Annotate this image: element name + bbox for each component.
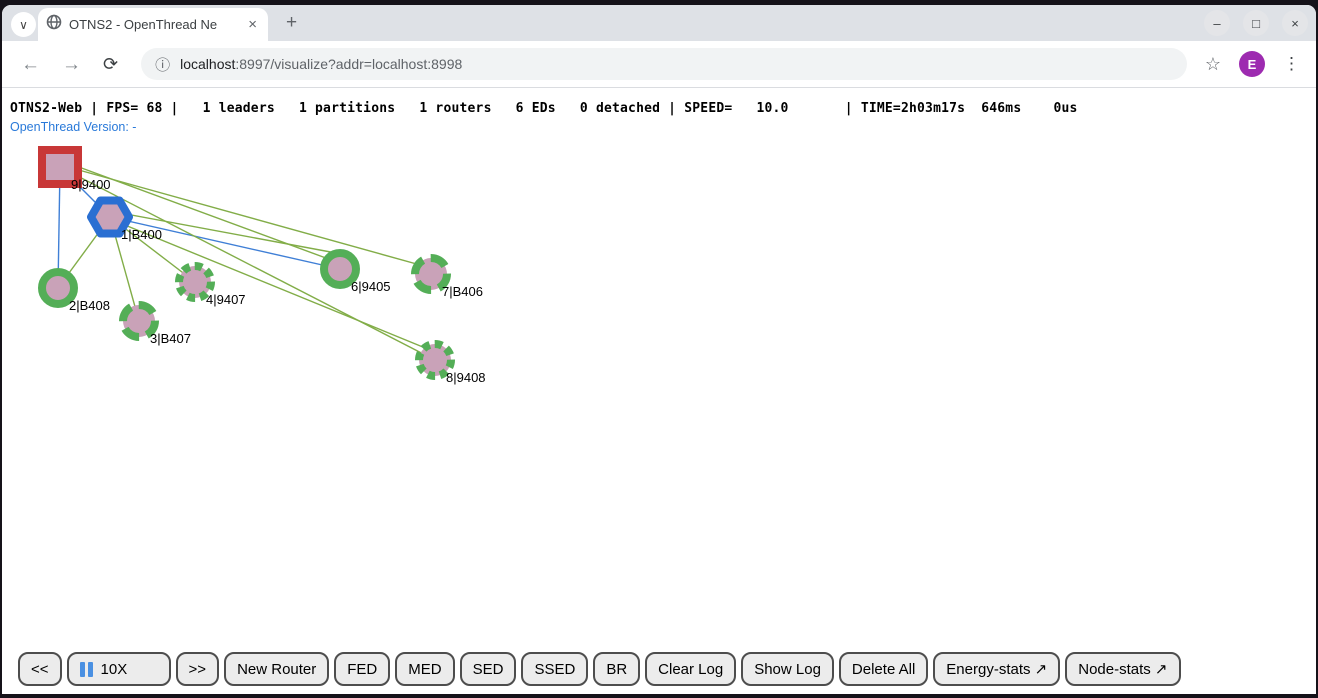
toolbar-button-label: FED [347,661,377,678]
url-text[interactable]: localhost:8997/visualize?addr=localhost:… [180,56,462,72]
browser-menu-icon[interactable]: ⋮ [1277,52,1306,76]
node-9[interactable]: 9|9400 [42,150,111,192]
forward-icon[interactable]: → [53,51,90,78]
node-label: 3|B407 [150,331,191,346]
speed-button[interactable]: 10X [67,652,171,686]
close-icon: × [1291,16,1299,31]
page-content: OTNS2-Web | FPS= 68 | 1 leaders 1 partit… [2,88,1316,694]
tab-otns2[interactable]: OTNS2 - OpenThread Ne × [38,8,268,41]
node-1[interactable]: 1|B400 [91,201,162,243]
status-line: OTNS2-Web | FPS= 68 | 1 leaders 1 partit… [10,101,1078,116]
tab-close-icon[interactable]: × [245,17,260,32]
sed-button[interactable]: SED [460,652,517,686]
node-label: 1|B400 [121,227,162,242]
url-path: :8997/visualize?addr=localhost:8998 [235,56,462,72]
openthread-version-link[interactable]: OpenThread Version: - [10,120,136,134]
toolbar-button-label: Node-stats ↗ [1078,660,1167,678]
ssed-button[interactable]: SSED [521,652,588,686]
simulation-toolbar: << 10X >> New Router FED MED SED SSED BR Clear Lo… [18,652,1181,686]
node-label: 8|9408 [446,370,486,385]
delete-all-button[interactable]: Delete All [839,652,928,686]
fed-button[interactable]: FED [334,652,390,686]
toolbar-button-label: Clear Log [658,661,723,678]
maximize-button[interactable]: □ [1243,10,1269,36]
node-3[interactable]: 3|B407 [123,305,191,346]
reload-icon[interactable]: ⟳ [94,51,127,77]
toolbar-button-label: Energy-stats ↗ [946,660,1047,678]
maximize-icon: □ [1252,16,1260,31]
window-controls: – □ × [1204,10,1308,36]
toolbar-button-label: BR [606,661,627,678]
toolbar-button-label: SSED [534,661,575,678]
tab-title: OTNS2 - OpenThread Ne [69,17,238,32]
toolbar-button-label: SED [473,661,504,678]
navigation-bar: ← → ⟳ ⓘ localhost:8997/visualize?addr=lo… [2,41,1316,88]
new-tab-button[interactable]: + [278,10,305,36]
node-6[interactable]: 6|9405 [324,253,391,294]
node-label: 7|B406 [442,284,483,299]
show-log-button[interactable]: Show Log [741,652,834,686]
avatar-letter: E [1248,57,1257,72]
med-button[interactable]: MED [395,652,454,686]
node-label: 2|B408 [69,298,110,313]
clear-log-button[interactable]: Clear Log [645,652,736,686]
node-label: 6|9405 [351,279,391,294]
node-7[interactable]: 7|B406 [415,258,483,299]
new-router-button[interactable]: New Router [224,652,329,686]
toolbar-button-label: << [31,661,49,678]
profile-avatar[interactable]: E [1239,51,1265,77]
node-label: 4|9407 [206,292,246,307]
toolbar-button-label: Delete All [852,661,915,678]
page-info-icon[interactable]: ⓘ [155,54,170,75]
toolbar-button-label: MED [408,661,441,678]
toolbar-button-label: New Router [237,661,316,678]
minimize-button[interactable]: – [1204,10,1230,36]
tab-strip: ∨ OTNS2 - OpenThread Ne × + – □ × [2,5,1316,41]
chevron-down-icon: ∨ [19,18,28,32]
link-line-9-8 [60,167,435,360]
bookmark-star-icon[interactable]: ☆ [1199,52,1227,77]
node-stats-button[interactable]: Node-stats ↗ [1065,652,1180,686]
close-button[interactable]: × [1282,10,1308,36]
toolbar-button-label: >> [189,661,207,678]
tab-search-button[interactable]: ∨ [11,12,36,37]
toolbar-button-label: Show Log [754,661,821,678]
toolbar-button-label: 10X [101,661,128,678]
step-back-button[interactable]: << [18,652,62,686]
globe-favicon-icon [46,14,62,35]
br-button[interactable]: BR [593,652,640,686]
node-2[interactable]: 2|B408 [42,272,110,313]
browser-window: ∨ OTNS2 - OpenThread Ne × + – □ × [2,5,1316,694]
network-topology-canvas[interactable]: 9|9400 1|B400 2|B408 3|B407 4|9407 6|9405 7|B4… [2,88,702,518]
pause-icon [80,662,93,677]
url-host: localhost [180,56,235,72]
step-forward-button[interactable]: >> [176,652,220,686]
node-8[interactable]: 8|9408 [419,344,486,385]
node-4[interactable]: 4|9407 [179,266,246,307]
address-bar[interactable]: ⓘ localhost:8997/visualize?addr=localhos… [141,48,1187,80]
node-label: 9|9400 [71,177,111,192]
back-icon[interactable]: ← [12,51,49,78]
energy-stats-button[interactable]: Energy-stats ↗ [933,652,1060,686]
minimize-icon: – [1213,16,1220,31]
